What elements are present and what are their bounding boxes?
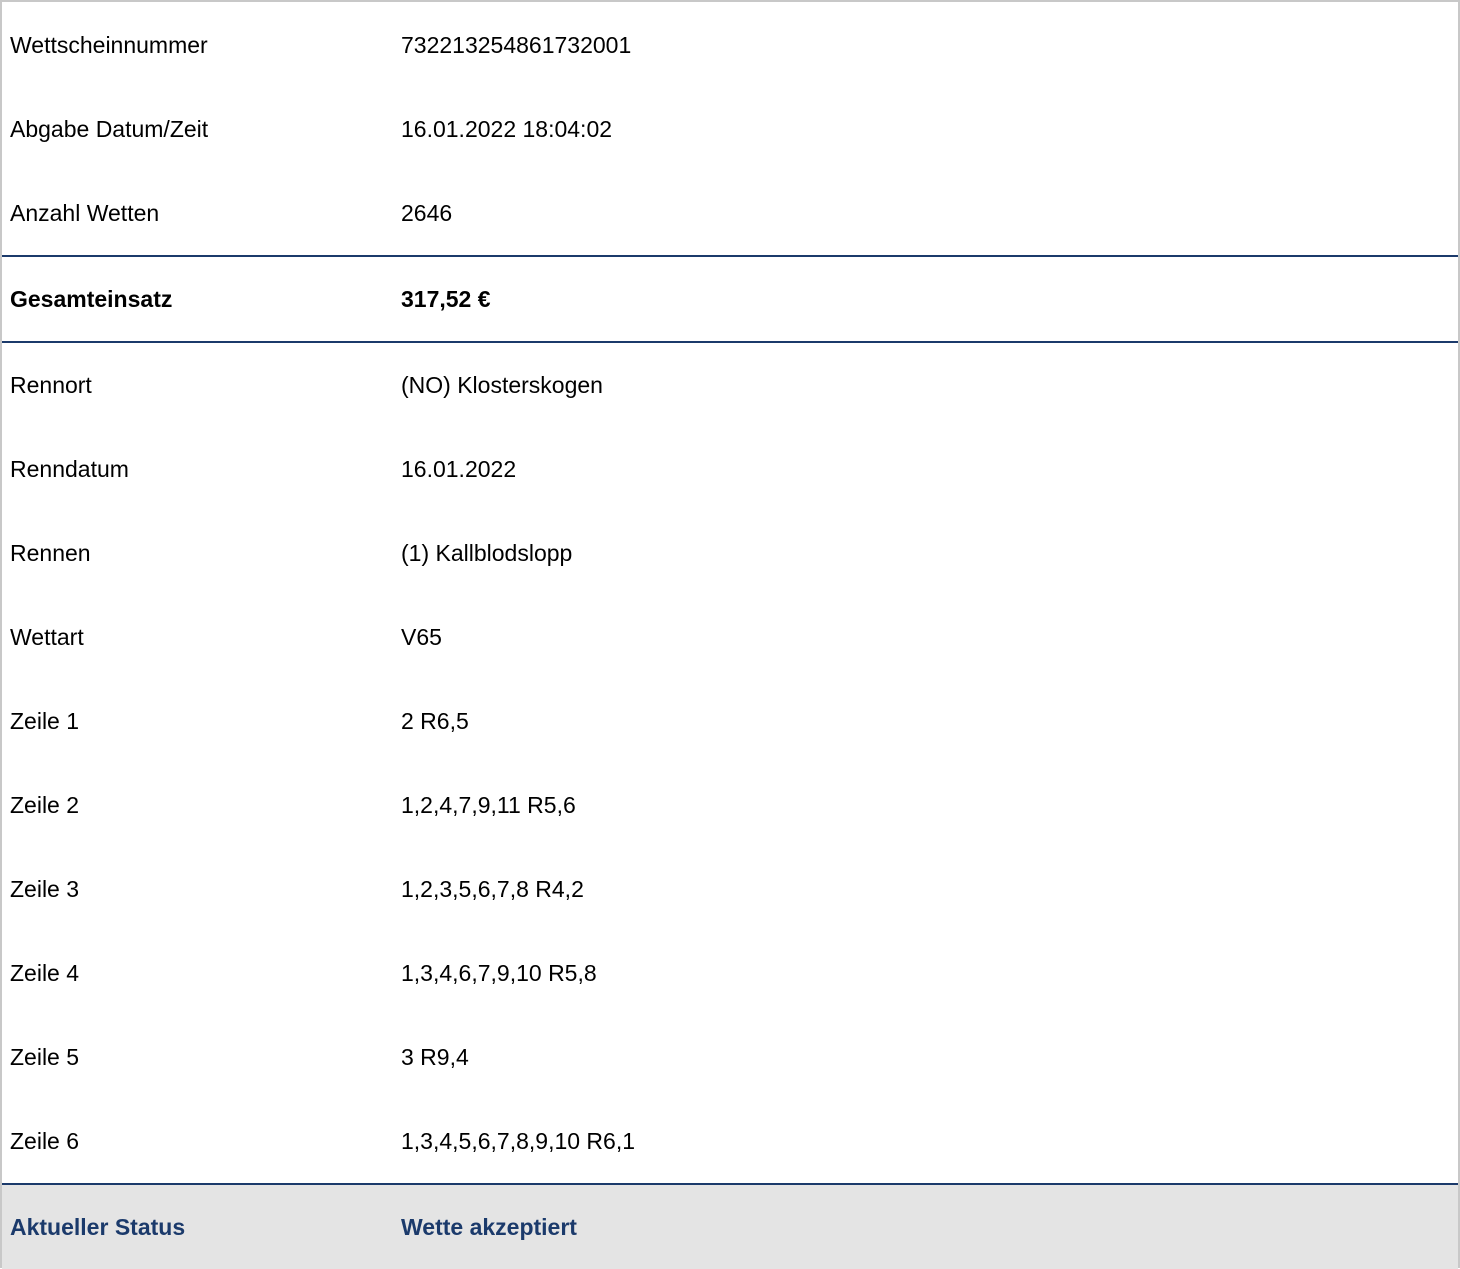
line-2-row: Zeile 2 1,2,4,7,9,11 R5,6 bbox=[2, 763, 1458, 847]
race-date-value: 16.01.2022 bbox=[401, 455, 517, 482]
total-stake-label: Gesamteinsatz bbox=[10, 285, 173, 312]
line-2-label: Zeile 2 bbox=[10, 791, 80, 818]
race-date-row: Renndatum 16.01.2022 bbox=[2, 427, 1458, 511]
line-3-row: Zeile 3 1,2,3,5,6,7,8 R4,2 bbox=[2, 847, 1458, 931]
line-4-label: Zeile 4 bbox=[10, 959, 80, 986]
submission-datetime-value: 16.01.2022 18:04:02 bbox=[401, 115, 613, 142]
bet-type-label: Wettart bbox=[10, 623, 84, 650]
line-2-value: 1,2,4,7,9,11 R5,6 bbox=[401, 791, 576, 818]
line-1-row: Zeile 1 2 R6,5 bbox=[2, 679, 1458, 763]
line-4-row: Zeile 4 1,3,4,6,7,9,10 R5,8 bbox=[2, 931, 1458, 1015]
bet-type-row: Wettart V65 bbox=[2, 595, 1458, 679]
line-1-value: 2 R6,5 bbox=[401, 707, 469, 734]
line-5-row: Zeile 5 3 R9,4 bbox=[2, 1015, 1458, 1099]
line-3-label: Zeile 3 bbox=[10, 875, 80, 902]
ticket-number-label: Wettscheinnummer bbox=[10, 31, 208, 58]
submission-datetime-label: Abgabe Datum/Zeit bbox=[10, 115, 209, 142]
bet-count-row: Anzahl Wetten 2646 bbox=[2, 171, 1458, 255]
race-row: Rennen (1) Kallblodslopp bbox=[2, 511, 1458, 595]
line-3-value: 1,2,3,5,6,7,8 R4,2 bbox=[401, 875, 584, 902]
ticket-number-row: Wettscheinnummer 732213254861732001 bbox=[2, 3, 1458, 87]
ticket-number-value: 732213254861732001 bbox=[401, 31, 632, 58]
line-5-label: Zeile 5 bbox=[10, 1043, 80, 1070]
race-info-section: Rennort (NO) Klosterskogen Renndatum 16.… bbox=[2, 343, 1458, 1183]
line-6-label: Zeile 6 bbox=[10, 1127, 80, 1154]
bet-count-value: 2646 bbox=[401, 199, 453, 226]
race-location-row: Rennort (NO) Klosterskogen bbox=[2, 343, 1458, 427]
total-stake-row: Gesamteinsatz 317,52 € bbox=[2, 257, 1458, 341]
line-6-row: Zeile 6 1,3,4,5,6,7,8,9,10 R6,1 bbox=[2, 1099, 1458, 1183]
bet-count-label: Anzahl Wetten bbox=[10, 199, 160, 226]
bet-ticket-details: Wettscheinnummer 732213254861732001 Abga… bbox=[0, 0, 1460, 1269]
race-location-label: Rennort bbox=[10, 371, 92, 398]
total-stake-value: 317,52 € bbox=[401, 285, 491, 312]
line-4-value: 1,3,4,6,7,9,10 R5,8 bbox=[401, 959, 597, 986]
current-status-value: Wette akzeptiert bbox=[401, 1213, 577, 1240]
race-value: (1) Kallblodslopp bbox=[401, 539, 573, 566]
line-5-value: 3 R9,4 bbox=[401, 1043, 469, 1070]
line-6-value: 1,3,4,5,6,7,8,9,10 R6,1 bbox=[401, 1127, 636, 1154]
line-1-label: Zeile 1 bbox=[10, 707, 80, 734]
current-status-row: Aktueller Status Wette akzeptiert bbox=[2, 1185, 1458, 1269]
bet-type-value: V65 bbox=[401, 623, 442, 650]
current-status-label: Aktueller Status bbox=[10, 1213, 186, 1240]
race-location-value: (NO) Klosterskogen bbox=[401, 371, 603, 398]
ticket-info-section: Wettscheinnummer 732213254861732001 Abga… bbox=[2, 2, 1458, 255]
race-label: Rennen bbox=[10, 539, 91, 566]
race-date-label: Renndatum bbox=[10, 455, 129, 482]
submission-datetime-row: Abgabe Datum/Zeit 16.01.2022 18:04:02 bbox=[2, 87, 1458, 171]
